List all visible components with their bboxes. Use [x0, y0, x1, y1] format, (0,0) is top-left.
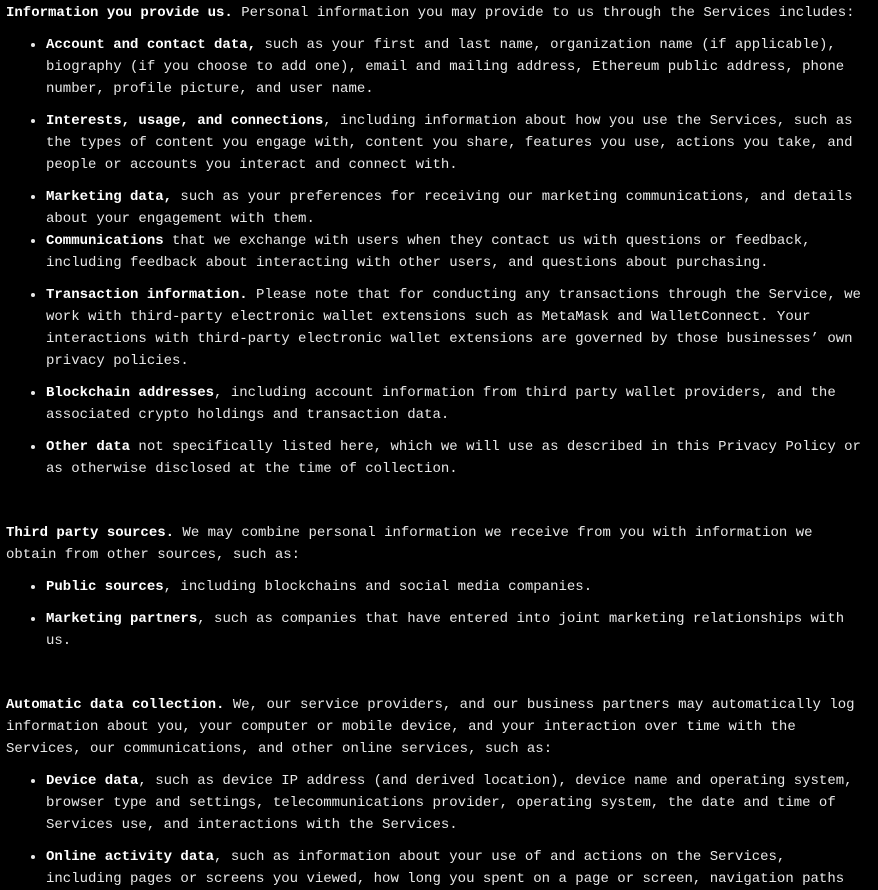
item-term: Communications — [46, 233, 164, 249]
section-intro: Third party sources. We may combine pers… — [6, 522, 866, 566]
bullet-icon — [31, 391, 35, 395]
item-term: Account and contact data, — [46, 37, 257, 53]
item-term: Interests, usage, and connections — [46, 113, 324, 129]
list-item-blockchain-addresses: Blockchain addresses, including account … — [31, 382, 864, 426]
section-intro: Information you provide us. Personal inf… — [6, 2, 866, 24]
bullet-icon — [31, 195, 35, 199]
bullet-icon — [31, 43, 35, 47]
data-list: Public sources, including blockchains an… — [6, 576, 878, 652]
section-heading: Automatic data collection. — [6, 697, 225, 713]
item-term: Other data — [46, 439, 131, 455]
item-term: Blockchain addresses — [46, 385, 215, 401]
item-term: Device data — [46, 773, 139, 789]
bullet-icon — [31, 779, 35, 783]
item-text: , such as device IP address (and derived… — [46, 773, 853, 833]
list-item-interests-usage: Interests, usage, and connections, inclu… — [31, 110, 864, 176]
list-item-public-sources: Public sources, including blockchains an… — [31, 576, 864, 598]
data-list: Device data, such as device IP address (… — [6, 770, 878, 890]
item-term: Public sources — [46, 579, 164, 595]
list-item-communications: Communications that we exchange with use… — [31, 230, 864, 274]
bullet-icon — [31, 585, 35, 589]
item-text: , including blockchains and social media… — [163, 579, 593, 595]
item-text: not specifically listed here, which we w… — [46, 439, 861, 477]
section-heading: Third party sources. — [6, 525, 175, 541]
section-heading: Information you provide us. — [6, 5, 233, 21]
bullet-icon — [31, 239, 35, 243]
privacy-policy-document: Information you provide us. Personal inf… — [0, 0, 878, 890]
data-list: Account and contact data, such as your f… — [6, 34, 878, 480]
section-automatic-data-collection: Automatic data collection. We, our servi… — [6, 694, 878, 890]
item-term: Marketing data, — [46, 189, 173, 205]
item-term: Transaction information. — [46, 287, 248, 303]
list-item-marketing-partners: Marketing partners, such as companies th… — [31, 608, 864, 652]
list-item-account-contact: Account and contact data, such as your f… — [31, 34, 864, 100]
list-item-other-data: Other data not specifically listed here,… — [31, 436, 864, 480]
list-item-device-data: Device data, such as device IP address (… — [31, 770, 864, 836]
bullet-icon — [31, 855, 35, 859]
list-item-online-activity-data: Online activity data, such as informatio… — [31, 846, 864, 890]
item-term: Marketing partners — [46, 611, 198, 627]
section-intro: Automatic data collection. We, our servi… — [6, 694, 866, 760]
bullet-icon — [31, 445, 35, 449]
list-item-transaction-info: Transaction information. Please note tha… — [31, 284, 864, 372]
section-third-party-sources: Third party sources. We may combine pers… — [6, 522, 878, 652]
section-information-you-provide: Information you provide us. Personal inf… — [6, 2, 878, 480]
section-intro-text: Personal information you may provide to … — [232, 5, 855, 21]
bullet-icon — [31, 119, 35, 123]
list-item-marketing-data: Marketing data, such as your preferences… — [31, 186, 864, 230]
item-term: Online activity data — [46, 849, 215, 865]
bullet-icon — [31, 617, 35, 621]
bullet-icon — [31, 293, 35, 297]
